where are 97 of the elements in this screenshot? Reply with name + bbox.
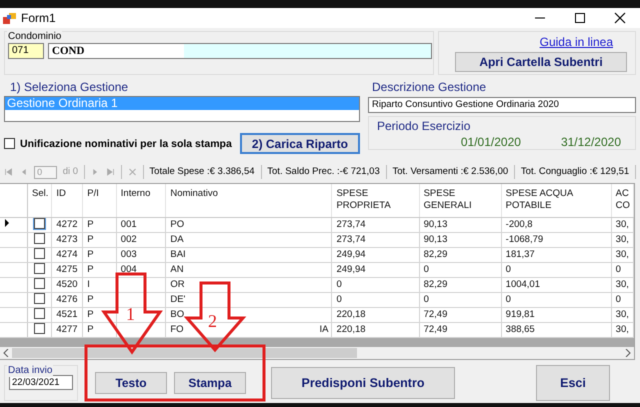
table-cell: 002 — [120, 234, 137, 244]
table-cell: 388,65 — [506, 324, 535, 334]
row-checkbox[interactable] — [34, 308, 46, 320]
table-cell: 30, — [616, 324, 629, 334]
table-cell: 0 — [424, 294, 429, 304]
table-cell: 72,49 — [424, 324, 448, 334]
table-cell: 249,94 — [336, 264, 366, 274]
table-cell: 30, — [616, 234, 629, 244]
group-label: Descrizione Gestione — [372, 80, 488, 95]
scroll-left-icon[interactable] — [3, 349, 9, 357]
table-cell: P — [87, 248, 94, 260]
table-cell: P — [87, 308, 94, 320]
maximize-icon[interactable] — [574, 12, 586, 24]
table-cell: 0 — [506, 264, 511, 274]
table-cell: 0 — [616, 264, 621, 274]
table-cell: 001 — [120, 218, 137, 230]
table-cell: 30, — [616, 248, 629, 260]
table-cell: I — [87, 278, 90, 290]
table-cell: 82,29 — [424, 278, 448, 290]
date-from: 01/01/2020 — [460, 136, 521, 150]
table-cell: 4274 — [56, 248, 78, 260]
table-cell: 30, — [616, 308, 629, 320]
total-label: Tot. Versamenti :€ 2.536,00 — [392, 166, 508, 178]
table-cell: 273,74 — [336, 234, 366, 244]
table-cell: P — [87, 294, 94, 304]
table-cell: 4275 — [56, 264, 78, 274]
group-label: 1) Seleziona Gestione — [10, 80, 130, 95]
scroll-right-icon[interactable] — [625, 349, 631, 357]
horizontal-scrollbar[interactable] — [0, 347, 634, 359]
checkbox[interactable] — [4, 138, 15, 149]
table-cell: P — [87, 324, 94, 334]
table-cell: 0 — [424, 264, 429, 274]
callout-arrow — [184, 282, 246, 352]
table-cell: 0 — [336, 294, 342, 304]
table-cell: 003 — [120, 248, 137, 260]
table-cell: 90,13 — [424, 218, 448, 230]
table-cell: 30, — [616, 278, 629, 290]
load-button[interactable]: 2) Carica Riparto — [240, 133, 360, 154]
annotation-number: 2 — [208, 311, 217, 331]
table-cell: 1004,01 — [506, 278, 540, 290]
group-label: Periodo Esercizio — [377, 119, 472, 134]
table-cell: 90,13 — [424, 234, 448, 244]
row-checkbox[interactable] — [34, 293, 46, 304]
row-checkbox[interactable] — [34, 233, 46, 244]
total-label: Tot. Conguaglio :€ 129,51 — [520, 166, 630, 178]
table-cell: 4272 — [56, 218, 78, 230]
table-cell: 30, — [616, 218, 629, 230]
group-label: Data invio — [7, 365, 54, 376]
table-cell: P — [87, 234, 94, 244]
row-checkbox[interactable] — [34, 248, 46, 260]
row-checkbox[interactable] — [34, 323, 46, 334]
table-cell: P — [87, 218, 94, 230]
table-cell: 82,29 — [424, 248, 448, 260]
code-field[interactable]: 071 — [8, 43, 44, 59]
prepare-button[interactable]: Predisponi Subentro — [271, 367, 455, 399]
table-cell: 0 — [336, 278, 342, 290]
app-icon — [3, 12, 17, 24]
description-field[interactable]: Riparto Consuntivo Gestione Ordinaria 2020 — [368, 97, 636, 113]
date-to: 31/12/2020 — [560, 136, 621, 150]
total-label: Totale Spese :€ 3.386,54 — [149, 166, 255, 178]
table-cell: 4521 — [56, 308, 78, 320]
row-header[interactable] — [0, 217, 28, 232]
annotation-number: 1 — [126, 304, 135, 324]
table-cell: -200,8 — [506, 218, 533, 230]
table-cell: 0 — [616, 294, 621, 304]
row-pointer-icon — [4, 218, 10, 226]
table-cell: 4273 — [56, 234, 78, 244]
table-cell: 4520 — [56, 278, 78, 290]
row-checkbox[interactable] — [34, 278, 46, 290]
total-label: Tot. Saldo Prec. :-€ 721,03 — [267, 166, 380, 178]
table-cell: 220,18 — [336, 324, 366, 334]
close-icon[interactable] — [614, 12, 626, 24]
exit-button[interactable]: Esci — [536, 365, 610, 401]
count-label: di 0 — [62, 166, 78, 178]
table-cell: P — [87, 264, 94, 274]
table-cell: 919,81 — [506, 308, 535, 320]
table-cell: 72,49 — [424, 308, 448, 320]
table-cell: -1068,79 — [506, 234, 544, 244]
checkbox-label: Unificazione nominativi per la sola stampa — [20, 138, 232, 150]
window-title: Form1 — [21, 11, 57, 25]
help-link[interactable]: Guida in linea — [540, 36, 613, 50]
table-cell: 4277 — [56, 324, 78, 334]
table-cell: 181,37 — [506, 248, 535, 260]
row-checkbox[interactable] — [34, 263, 46, 274]
text-button[interactable]: Testo — [95, 372, 167, 394]
print-button[interactable]: Stampa — [174, 372, 246, 394]
table-cell: 4276 — [56, 294, 78, 304]
table-cell: 273,74 — [336, 218, 366, 230]
open-folder-button[interactable]: Apri Cartella Subentri — [455, 52, 627, 72]
row-checkbox[interactable] — [34, 218, 46, 230]
date-field[interactable]: 22/03/2021 — [9, 375, 73, 390]
name-field[interactable]: COND — [48, 43, 432, 59]
table-cell: 249,94 — [336, 248, 366, 260]
group-label: Condominio — [7, 31, 62, 42]
table-cell: 0 — [506, 294, 511, 304]
table-cell: 004 — [120, 264, 137, 274]
table-cell: 220,18 — [336, 308, 366, 320]
